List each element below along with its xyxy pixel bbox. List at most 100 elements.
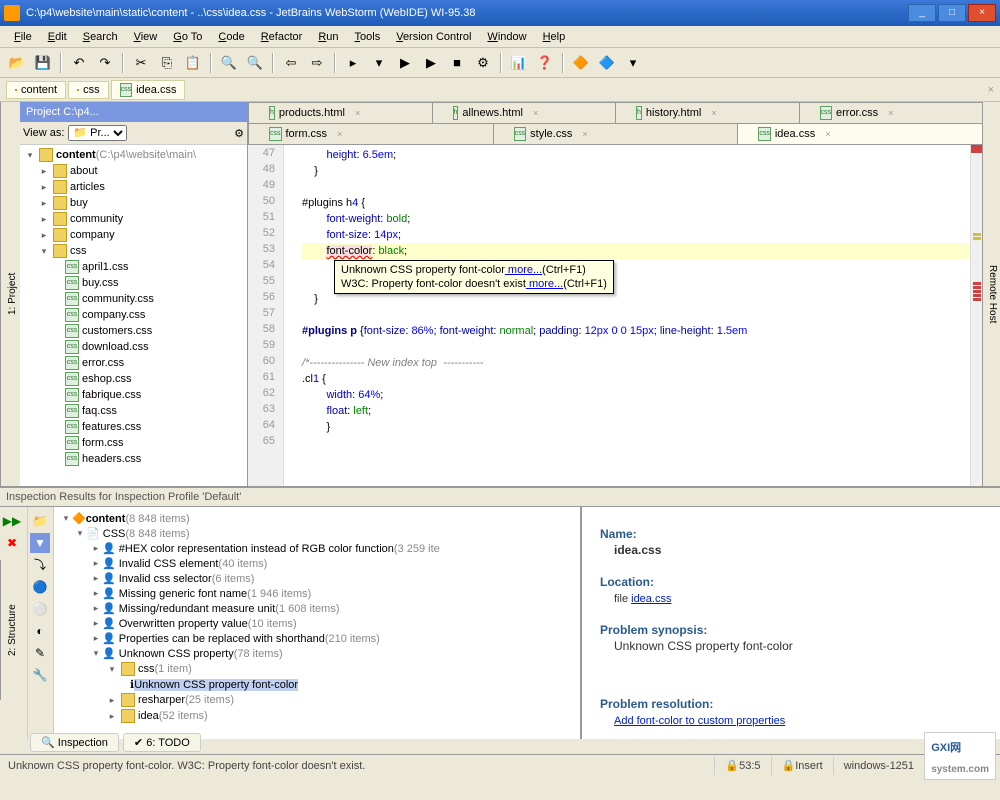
inspection-tab[interactable]: 🔍 Inspection xyxy=(30,733,119,752)
copy-icon[interactable]: ⎘ xyxy=(156,52,178,74)
remote-host-tab[interactable]: Remote Host xyxy=(982,102,1000,486)
todo-tab[interactable]: ✔ 6: TODO xyxy=(123,733,201,752)
menu-refactor[interactable]: Refactor xyxy=(253,29,311,45)
file-error.css[interactable]: csserror.css xyxy=(22,355,245,371)
file-features.css[interactable]: cssfeatures.css xyxy=(22,419,245,435)
breadcrumb-close-icon[interactable]: × xyxy=(988,84,994,96)
debug-icon[interactable]: ▶ xyxy=(420,52,442,74)
forward-icon[interactable]: ⇨ xyxy=(306,52,328,74)
back-icon[interactable]: ⇦ xyxy=(280,52,302,74)
file-april1.css[interactable]: cssapril1.css xyxy=(22,259,245,275)
inspection-item[interactable]: ▸👤 Missing generic font name (1 946 item… xyxy=(58,586,576,601)
file-buy.css[interactable]: cssbuy.css xyxy=(22,275,245,291)
close-icon[interactable]: ✖ xyxy=(2,533,22,553)
vcs-dropdown-icon[interactable]: ▾ xyxy=(622,52,644,74)
settings-icon[interactable]: ⚙ xyxy=(472,52,494,74)
tab-idea.css[interactable]: cssidea.css× xyxy=(737,123,983,144)
menu-version-control[interactable]: Version Control xyxy=(388,29,479,45)
vcs1-icon[interactable]: 🔶 xyxy=(570,52,592,74)
b4-icon[interactable]: ✎ xyxy=(30,643,50,663)
tab-form.css[interactable]: cssform.css× xyxy=(248,123,494,144)
inspection-tree[interactable]: ▾🔶 content (8 848 items)▾📄 CSS (8 848 it… xyxy=(54,507,580,739)
file-fabrique.css[interactable]: cssfabrique.css xyxy=(22,387,245,403)
selected-problem[interactable]: ℹ Unknown CSS property font-color xyxy=(58,677,576,692)
inspection-item[interactable]: ▸👤 #HEX color representation instead of … xyxy=(58,541,576,556)
error-stripe[interactable] xyxy=(970,145,982,486)
menu-window[interactable]: Window xyxy=(479,29,534,45)
b5-icon[interactable]: 🔧 xyxy=(30,665,50,685)
crumb-file[interactable]: cssidea.css xyxy=(111,80,186,100)
menu-edit[interactable]: Edit xyxy=(40,29,75,45)
rerun-icon[interactable]: ▶▶ xyxy=(2,511,22,531)
maximize-button[interactable]: □ xyxy=(938,4,966,22)
tab-products.html[interactable]: hproducts.html× xyxy=(248,102,433,123)
file-eshop.css[interactable]: csseshop.css xyxy=(22,371,245,387)
close-button[interactable]: × xyxy=(968,4,996,22)
menu-run[interactable]: Run xyxy=(310,29,346,45)
run-icon[interactable]: ▸ xyxy=(342,52,364,74)
folder-company[interactable]: ▸company xyxy=(22,227,245,243)
menu-code[interactable]: Code xyxy=(210,29,252,45)
menu-view[interactable]: View xyxy=(126,29,166,45)
paste-icon[interactable]: 📋 xyxy=(182,52,204,74)
minimize-button[interactable]: _ xyxy=(908,4,936,22)
replace-icon[interactable]: 🔍 xyxy=(244,52,266,74)
folder-articles[interactable]: ▸articles xyxy=(22,179,245,195)
run-dropdown-icon[interactable]: ▾ xyxy=(368,52,390,74)
b1-icon[interactable]: 🔵 xyxy=(30,577,50,597)
file-company.css[interactable]: csscompany.css xyxy=(22,307,245,323)
tab-allnews.html[interactable]: hallnews.html× xyxy=(432,102,617,123)
redo-icon[interactable]: ↷ xyxy=(94,52,116,74)
project-tree[interactable]: ▾content (C:\p4\website\main\▸about▸arti… xyxy=(20,145,247,486)
help-icon[interactable]: ❓ xyxy=(534,52,556,74)
tab-error.css[interactable]: csserror.css× xyxy=(799,102,984,123)
inspection-item[interactable]: ▸👤 Missing/redundant measure unit (1 608… xyxy=(58,601,576,616)
play-icon[interactable]: ▶ xyxy=(394,52,416,74)
tab-style.css[interactable]: cssstyle.css× xyxy=(493,123,739,144)
file-headers.css[interactable]: cssheaders.css xyxy=(22,451,245,467)
location-link[interactable]: idea.css xyxy=(631,593,671,605)
cut-icon[interactable]: ✂ xyxy=(130,52,152,74)
undo-icon[interactable]: ↶ xyxy=(68,52,90,74)
file-customers.css[interactable]: csscustomers.css xyxy=(22,323,245,339)
autoscroll-icon[interactable]: ⤵ xyxy=(30,555,50,575)
find-icon[interactable]: 🔍 xyxy=(218,52,240,74)
project-tool-tab[interactable]: 1: Project xyxy=(0,102,20,486)
stop-icon[interactable]: ■ xyxy=(446,52,468,74)
inspection-item[interactable]: ▸👤 Overwritten property value (10 items) xyxy=(58,616,576,631)
b2-icon[interactable]: ⚪ xyxy=(30,599,50,619)
b3-icon[interactable]: ◐ xyxy=(30,621,50,641)
menu-help[interactable]: Help xyxy=(535,29,574,45)
tab-history.html[interactable]: hhistory.html× xyxy=(615,102,800,123)
file-community.css[interactable]: csscommunity.css xyxy=(22,291,245,307)
resolution-link[interactable]: Add font-color to custom properties xyxy=(614,715,785,727)
file-faq.css[interactable]: cssfaq.css xyxy=(22,403,245,419)
menu-go-to[interactable]: Go To xyxy=(165,29,210,45)
folder-css[interactable]: ▾css xyxy=(22,243,245,259)
vcs2-icon[interactable]: 🔷 xyxy=(596,52,618,74)
folder-about[interactable]: ▸about xyxy=(22,163,245,179)
open-icon[interactable]: 📂 xyxy=(6,52,28,74)
tooltip-more-1[interactable]: more... xyxy=(505,264,542,276)
structure-tool-tab[interactable]: 2: Structure xyxy=(0,560,20,700)
menu-file[interactable]: File xyxy=(6,29,40,45)
code-editor[interactable]: 47484950515253545556575859606162636465 h… xyxy=(248,145,982,486)
view-as-select[interactable]: 📁 Pr... xyxy=(68,125,127,141)
menu-tools[interactable]: Tools xyxy=(347,29,389,45)
inspection-item[interactable]: ▸👤 Properties can be replaced with short… xyxy=(58,631,576,646)
inspection-item[interactable]: ▾👤 Unknown CSS property (78 items) xyxy=(58,646,576,661)
crumb-css[interactable]: css xyxy=(68,81,109,99)
inspection-item[interactable]: ▸👤 Invalid css selector (6 items) xyxy=(58,571,576,586)
diff-icon[interactable]: 📊 xyxy=(508,52,530,74)
folder-community[interactable]: ▸community xyxy=(22,211,245,227)
file-download.css[interactable]: cssdownload.css xyxy=(22,339,245,355)
file-form.css[interactable]: cssform.css xyxy=(22,435,245,451)
group-icon[interactable]: 📁 xyxy=(30,511,50,531)
crumb-content[interactable]: content xyxy=(6,81,66,99)
filter-icon[interactable]: ▼ xyxy=(30,533,50,553)
save-icon[interactable]: 💾 xyxy=(32,52,54,74)
inspection-item[interactable]: ▸👤 Invalid CSS element (40 items) xyxy=(58,556,576,571)
menu-search[interactable]: Search xyxy=(75,29,126,45)
tooltip-more-2[interactable]: more... xyxy=(526,278,563,290)
folder-buy[interactable]: ▸buy xyxy=(22,195,245,211)
